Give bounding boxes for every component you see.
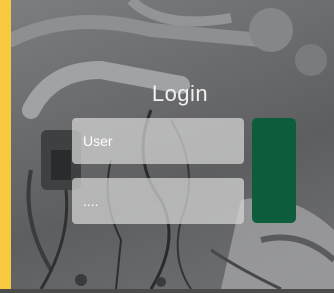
password-input[interactable]: .... bbox=[72, 178, 244, 224]
bottom-frame bbox=[0, 289, 334, 293]
username-placeholder: User bbox=[83, 133, 113, 149]
login-screen: Login User .... bbox=[0, 0, 334, 293]
username-input[interactable]: User bbox=[72, 118, 244, 164]
side-frame bbox=[0, 0, 11, 293]
login-submit-button[interactable] bbox=[252, 118, 296, 223]
password-masked-value: .... bbox=[83, 193, 99, 209]
login-title: Login bbox=[151, 81, 209, 106]
